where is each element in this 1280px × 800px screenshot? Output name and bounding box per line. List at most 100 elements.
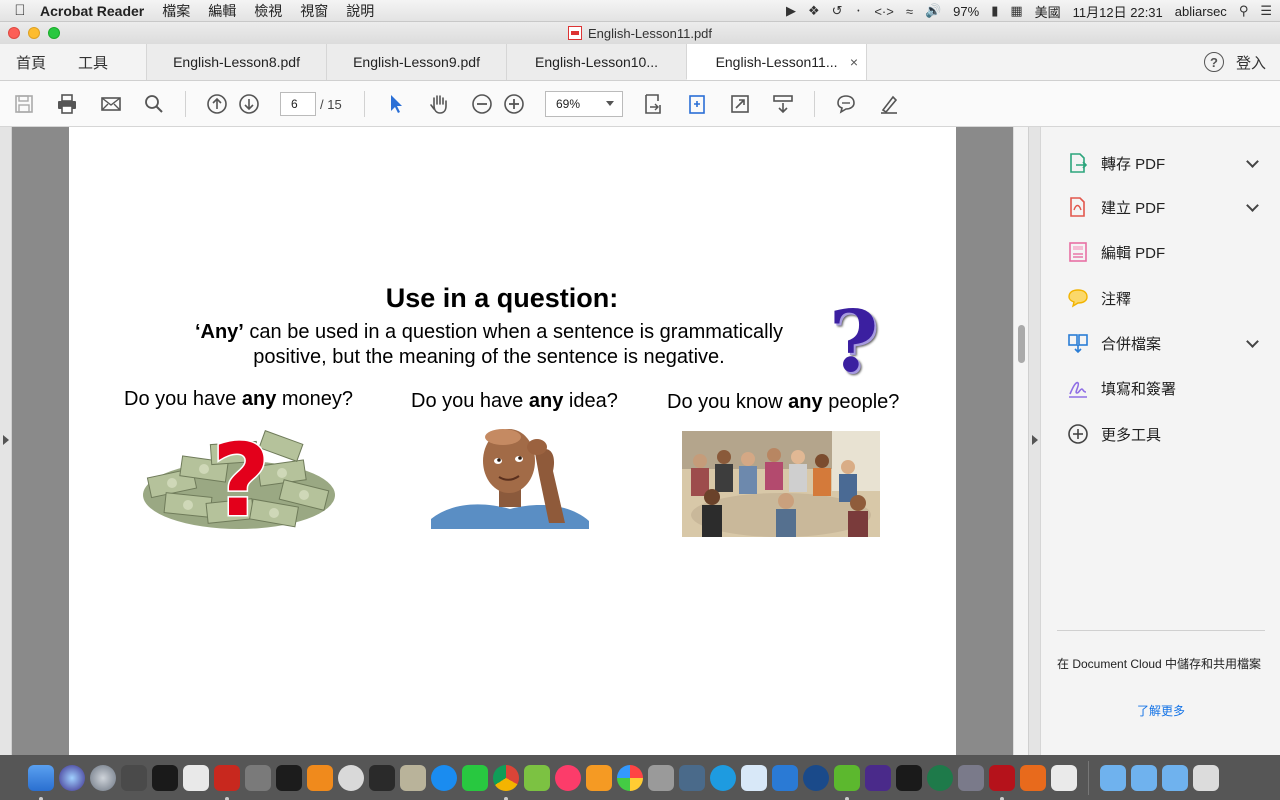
documents-folder-icon[interactable] [1131, 765, 1157, 791]
tab-lesson8[interactable]: English-Lesson8.pdf [146, 44, 327, 80]
page-number-input[interactable] [280, 92, 316, 116]
sourcetree-icon[interactable] [524, 765, 550, 791]
dvd-player-icon[interactable] [369, 765, 395, 791]
utorrent-icon[interactable] [834, 765, 860, 800]
minimize-window-button[interactable] [28, 27, 40, 39]
acrobat-reader-icon[interactable] [989, 765, 1015, 800]
scroll-mode-icon[interactable] [771, 92, 795, 116]
atom-icon[interactable] [927, 765, 953, 791]
chevron-down-icon[interactable] [1246, 155, 1259, 168]
applications-folder-icon[interactable] [1100, 765, 1126, 791]
save-icon[interactable] [12, 92, 36, 116]
tab-lesson9[interactable]: English-Lesson9.pdf [326, 44, 507, 80]
preview-icon[interactable] [400, 765, 426, 791]
pycharm-icon[interactable] [896, 765, 922, 791]
user-name[interactable]: abliarsec [1175, 4, 1227, 19]
dropbox-icon[interactable]: ❖ [808, 3, 820, 19]
tab-lesson10[interactable]: English-Lesson10... [506, 44, 687, 80]
panda-app-icon[interactable] [1051, 765, 1077, 791]
hand-tool-icon[interactable] [427, 92, 451, 116]
full-screen-icon[interactable] [728, 92, 752, 116]
finder-icon[interactable] [28, 765, 54, 800]
photo-booth-icon[interactable] [152, 765, 178, 791]
home-link[interactable]: 首頁 [0, 44, 62, 80]
rotate-page-icon[interactable] [685, 92, 709, 116]
trash-icon[interactable] [1193, 765, 1219, 791]
word-icon[interactable] [772, 765, 798, 791]
xcode-icon[interactable] [741, 765, 767, 791]
print-icon[interactable] [55, 92, 79, 116]
select-cursor-icon[interactable] [384, 92, 408, 116]
time-machine-icon[interactable]: ↺ [832, 3, 843, 19]
apple-menu-icon[interactable]:  [0, 2, 40, 19]
menu-view[interactable]: 檢視 [254, 1, 282, 21]
itunes-icon[interactable] [555, 765, 581, 791]
vlc-icon[interactable] [307, 765, 333, 791]
photos-icon[interactable] [617, 765, 643, 791]
audio-app-icon[interactable] [865, 765, 891, 791]
chrome-icon[interactable] [493, 765, 519, 800]
evernote-icon[interactable] [121, 765, 147, 791]
system-preferences-icon[interactable] [245, 765, 271, 791]
right-panel-toggle[interactable] [1028, 127, 1040, 755]
sign-in-link[interactable]: 登入 [1236, 44, 1280, 80]
virtualbox-icon[interactable] [679, 765, 705, 791]
ibooks-icon[interactable] [586, 765, 612, 791]
zoom-window-button[interactable] [48, 27, 60, 39]
volume-icon[interactable]: 🔊 [925, 3, 941, 19]
quicktime-icon[interactable] [803, 765, 829, 791]
tab-lesson11[interactable]: English-Lesson11... × [686, 44, 867, 80]
input-source[interactable]: 美國 [1035, 2, 1061, 21]
menu-file[interactable]: 檔案 [162, 1, 190, 21]
previous-page-icon[interactable] [205, 92, 229, 116]
zoom-out-icon[interactable] [470, 92, 494, 116]
comment-icon[interactable] [834, 92, 858, 116]
facetime-icon[interactable] [462, 765, 488, 791]
ftp-app-icon[interactable] [1020, 765, 1046, 791]
battery-icon[interactable]: ▮ [991, 3, 998, 19]
downloads-folder-icon[interactable] [1162, 765, 1188, 791]
network-icon[interactable] [710, 765, 736, 791]
vertical-scrollbar[interactable] [1013, 127, 1028, 755]
email-icon[interactable] [99, 92, 123, 116]
bluetooth-icon[interactable]: ᛫ [855, 4, 863, 19]
terminal-icon[interactable] [276, 765, 302, 791]
sequel-pro-icon[interactable] [648, 765, 674, 791]
tool-edit-pdf[interactable]: 編輯 PDF [1067, 238, 1261, 266]
tool-export-pdf[interactable]: 轉存 PDF [1067, 149, 1261, 177]
us-flag-icon[interactable]: ▦ [1010, 3, 1022, 19]
zoom-level-select[interactable]: 69% [545, 91, 623, 117]
tool-create-pdf[interactable]: 建立 PDF [1067, 193, 1261, 221]
battery-percent[interactable]: 97% [953, 4, 979, 19]
next-page-icon[interactable] [237, 92, 261, 116]
clock[interactable]: 11月12日 22:31 [1073, 2, 1163, 21]
code-brackets-icon[interactable]: <·> [874, 4, 894, 19]
siri-icon[interactable] [59, 765, 85, 791]
play-circle-icon[interactable]: ▶ [786, 3, 796, 19]
tools-link[interactable]: 工具 [62, 44, 146, 80]
close-tab-icon[interactable]: × [850, 54, 858, 70]
menu-edit[interactable]: 編輯 [208, 1, 236, 21]
launchpad-icon[interactable] [90, 765, 116, 791]
highlight-pen-icon[interactable] [877, 92, 901, 116]
tor-browser-icon[interactable] [338, 765, 364, 791]
spotlight-search-icon[interactable]: ⚲ [1239, 3, 1249, 19]
close-window-button[interactable] [8, 27, 20, 39]
menu-help[interactable]: 說明 [346, 1, 374, 21]
help-button[interactable]: ? [1203, 52, 1224, 72]
chevron-down-icon[interactable] [1246, 199, 1259, 212]
filezilla-icon[interactable] [214, 765, 240, 800]
fit-page-icon[interactable] [641, 92, 665, 116]
tool-more-tools[interactable]: 更多工具 [1067, 420, 1261, 448]
rocket-app-icon[interactable] [958, 765, 984, 791]
app-store-icon[interactable] [431, 765, 457, 791]
left-panel-toggle[interactable] [0, 127, 12, 755]
scrollbar-thumb[interactable] [1018, 325, 1025, 363]
tool-comment[interactable]: 注釋 [1067, 284, 1261, 312]
text-edit-icon[interactable] [183, 765, 209, 791]
chevron-down-icon[interactable] [1246, 335, 1259, 348]
tool-fill-sign[interactable]: 填寫和簽署 [1067, 374, 1261, 402]
app-menu[interactable]: Acrobat Reader [40, 3, 144, 19]
tool-combine-files[interactable]: 合併檔案 [1067, 329, 1261, 357]
notification-list-icon[interactable]: ☰ [1260, 3, 1272, 19]
